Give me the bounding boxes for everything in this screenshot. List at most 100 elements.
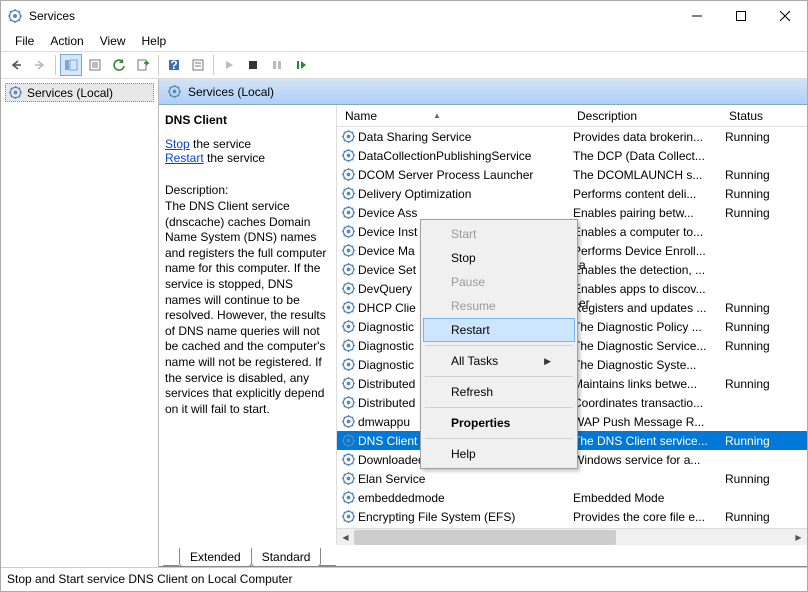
gear-icon <box>341 281 356 296</box>
service-status: Running <box>721 320 777 334</box>
title-bar: Services <box>1 1 807 31</box>
scroll-left-button[interactable]: ◀ <box>337 529 354 546</box>
submenu-arrow-icon: ▶ <box>544 356 551 367</box>
restart-service-line: Restart the service <box>165 151 330 165</box>
tree-root-label: Services (Local) <box>27 86 113 100</box>
gear-icon <box>8 85 23 100</box>
gear-icon <box>341 224 356 239</box>
service-description: Enables the detection, ... <box>569 263 721 277</box>
service-row[interactable]: embeddedmodeEmbedded Mode <box>337 488 807 507</box>
service-row[interactable]: Data Sharing ServiceProvides data broker… <box>337 127 807 146</box>
service-row[interactable]: Elan ServiceRunning <box>337 469 807 488</box>
service-status: Running <box>721 434 777 448</box>
column-status[interactable]: Status <box>721 105 777 126</box>
close-button[interactable] <box>763 1 807 31</box>
service-status: Running <box>721 187 777 201</box>
app-icon <box>7 8 23 24</box>
service-name: Encrypting File System (EFS) <box>358 510 515 524</box>
maximize-button[interactable] <box>719 1 763 31</box>
ctx-resume: Resume <box>423 294 575 318</box>
service-name: DCOM Server Process Launcher <box>358 168 533 182</box>
service-status: Running <box>721 130 777 144</box>
ctx-properties[interactable]: Properties <box>423 411 575 435</box>
gear-icon <box>341 129 356 144</box>
service-name: Distributed <box>358 396 415 410</box>
service-name: Diagnostic <box>358 320 414 334</box>
gear-icon <box>341 300 356 315</box>
gear-icon <box>341 357 356 372</box>
service-row[interactable]: DataCollectionPublishingServiceThe DCP (… <box>337 146 807 165</box>
restart-link[interactable]: Restart <box>165 151 204 165</box>
service-name: dmwappu <box>358 415 410 429</box>
menu-help[interactable]: Help <box>134 32 175 50</box>
service-description: The Diagnostic Policy ... <box>569 320 721 334</box>
help-topics-button[interactable] <box>187 54 209 76</box>
gear-icon <box>341 433 356 448</box>
minimize-button[interactable] <box>675 1 719 31</box>
ctx-all-tasks[interactable]: All Tasks▶ <box>423 349 575 373</box>
service-description: Provides data brokerin... <box>569 130 721 144</box>
service-name: DataCollectionPublishingService <box>358 149 531 163</box>
service-description: The DCOMLAUNCH s... <box>569 168 721 182</box>
ctx-help[interactable]: Help <box>423 442 575 466</box>
service-row[interactable]: Encrypting File System (EFS) Provides the… <box>337 507 807 526</box>
ctx-restart[interactable]: Restart <box>423 318 575 342</box>
scroll-right-button[interactable]: ▶ <box>790 529 807 546</box>
service-row[interactable]: Delivery Optimization Performs content de… <box>337 184 807 203</box>
back-button[interactable] <box>5 54 27 76</box>
service-description: Enables apps to discov... <box>569 282 721 296</box>
column-name[interactable]: Name▲ <box>337 105 569 126</box>
service-description: Windows service for a... <box>569 453 721 467</box>
service-description: Provides the core file e... <box>569 510 721 524</box>
tab-extended[interactable]: Extended <box>179 548 252 567</box>
properties-button[interactable] <box>84 54 106 76</box>
restart-button[interactable] <box>290 54 312 76</box>
export-button[interactable] <box>132 54 154 76</box>
play-button[interactable] <box>218 54 240 76</box>
view-header: Services (Local) <box>159 79 807 105</box>
service-status: Running <box>721 301 777 315</box>
service-name: Delivery Optimization <box>358 187 471 201</box>
ctx-refresh[interactable]: Refresh <box>423 380 575 404</box>
service-status: Running <box>721 339 777 353</box>
truncated-text-er: er <box>579 296 590 310</box>
scroll-thumb[interactable] <box>354 530 616 545</box>
service-description: Performs content deli... <box>569 187 721 201</box>
service-description: The DNS Client service... <box>569 434 721 448</box>
ctx-pause: Pause <box>423 270 575 294</box>
ctx-start: Start <box>423 222 575 246</box>
service-description: The Diagnostic Syste... <box>569 358 721 372</box>
column-description[interactable]: Description <box>569 105 721 126</box>
ctx-stop[interactable]: Stop <box>423 246 575 270</box>
show-hide-tree-button[interactable] <box>60 54 82 76</box>
menu-view[interactable]: View <box>92 32 134 50</box>
menu-bar: File Action View Help <box>1 31 807 51</box>
pause-button[interactable] <box>266 54 288 76</box>
tree-root-item[interactable]: Services (Local) <box>5 83 154 102</box>
refresh-button[interactable] <box>108 54 130 76</box>
stop-link[interactable]: Stop <box>165 137 190 151</box>
horizontal-scrollbar[interactable]: ◀ ▶ <box>337 528 807 545</box>
sort-indicator-icon: ▲ <box>433 111 441 120</box>
help-button[interactable]: ? <box>163 54 185 76</box>
status-text: Stop and Start service DNS Client on Loc… <box>7 572 292 586</box>
service-status: Running <box>721 510 777 524</box>
menu-action[interactable]: Action <box>42 32 91 50</box>
gear-icon <box>341 186 356 201</box>
service-description: Enables a computer to... <box>569 225 721 239</box>
menu-file[interactable]: File <box>7 32 42 50</box>
service-status: Running <box>721 472 777 486</box>
service-status: Running <box>721 168 777 182</box>
service-row[interactable]: DCOM Server Process Launcher The DCOMLAUN… <box>337 165 807 184</box>
stop-button[interactable] <box>242 54 264 76</box>
service-status: Running <box>721 206 777 220</box>
forward-button[interactable] <box>29 54 51 76</box>
tab-standard[interactable]: Standard <box>251 548 322 567</box>
service-description: Embedded Mode <box>569 491 721 505</box>
service-name: DevQuery <box>358 282 412 296</box>
description-text: The DNS Client service (dnscache) caches… <box>165 199 330 417</box>
service-status: Running <box>721 377 777 391</box>
svg-text:?: ? <box>170 58 177 72</box>
window-title: Services <box>29 9 675 23</box>
gear-icon <box>341 471 356 486</box>
